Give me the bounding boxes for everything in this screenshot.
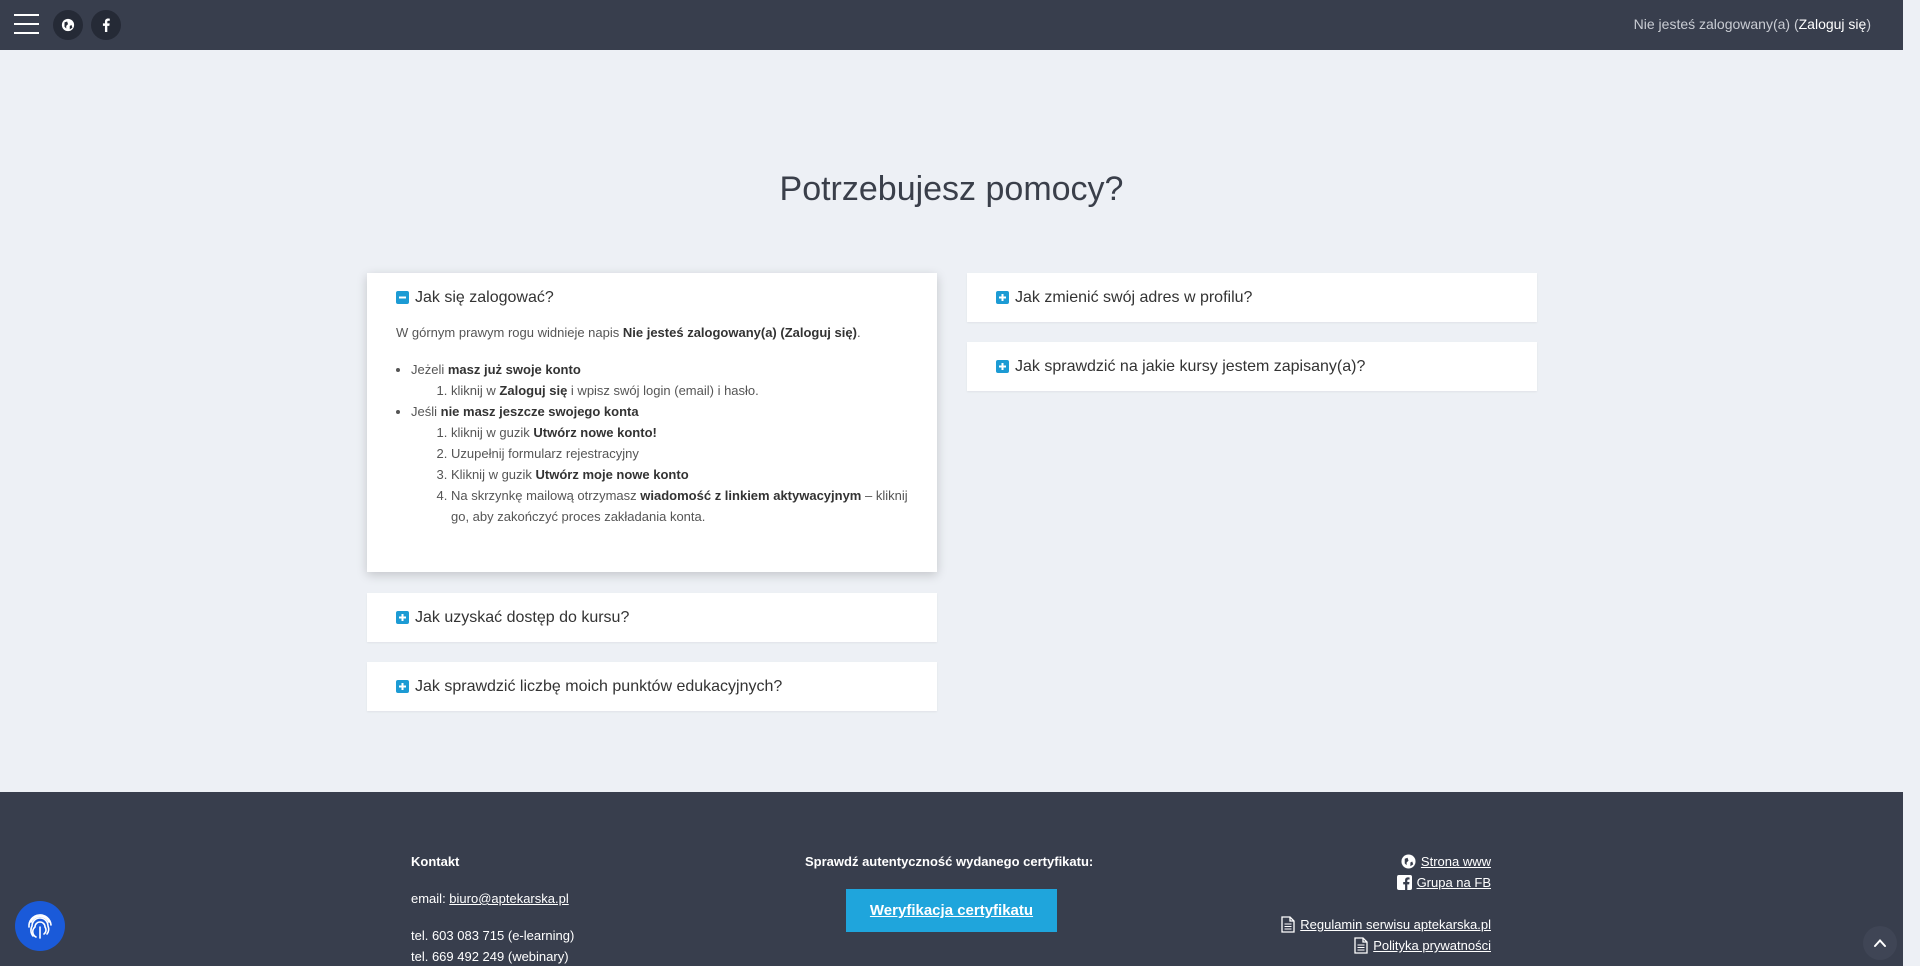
- facebook-icon: [102, 18, 110, 32]
- facebook-button[interactable]: [91, 10, 121, 40]
- privacy-link[interactable]: Polityka prywatności: [1354, 937, 1491, 954]
- list-item: Na skrzynkę mailową otrzymasz wiadomość …: [451, 485, 908, 527]
- list-item: kliknij w guzik Utwórz nowe konto!: [451, 422, 908, 443]
- accessibility-fab-button[interactable]: [15, 901, 65, 951]
- plus-square-icon: [396, 611, 409, 624]
- plus-square-icon: [996, 360, 1009, 373]
- document-icon: [1354, 937, 1368, 954]
- terms-link[interactable]: Regulamin serwisu aptekarska.pl: [1281, 916, 1491, 933]
- chevron-up-icon: [1874, 939, 1886, 947]
- menu-button[interactable]: [14, 14, 39, 34]
- page-title: Potrzebujesz pomocy?: [779, 170, 1124, 208]
- fingerprint-icon: [28, 914, 52, 939]
- contact-heading: Kontakt: [411, 854, 460, 869]
- faq-login-question: Jak się zalogować?: [415, 288, 554, 306]
- contact-phone-2: tel. 669 492 249 (webinary): [411, 949, 569, 964]
- faq-course-access-card[interactable]: Jak uzyskać dostęp do kursu?: [367, 593, 937, 642]
- top-navbar: Nie jesteś zalogowany(a) (Zaloguj się): [0, 0, 1903, 50]
- faq-course-access-toggle[interactable]: Jak uzyskać dostęp do kursu?: [367, 593, 937, 642]
- faq-enrolled-courses-card[interactable]: Jak sprawdzić na jakie kursy jestem zapi…: [967, 342, 1537, 391]
- faq-enrolled-courses-toggle[interactable]: Jak sprawdzić na jakie kursy jestem zapi…: [967, 342, 1537, 391]
- scroll-to-top-button[interactable]: [1863, 926, 1897, 960]
- scrollbar[interactable]: [1903, 0, 1920, 966]
- hamburger-icon: [14, 14, 39, 16]
- faq-change-address-question: Jak zmienić swój adres w profilu?: [1015, 288, 1253, 306]
- document-icon: [1281, 916, 1295, 933]
- globe-icon: [61, 18, 75, 32]
- list-item: Jeśli nie masz jeszcze swojego konta kli…: [411, 401, 908, 527]
- login-link[interactable]: Zaloguj się: [1799, 16, 1867, 32]
- contact-email: email: biuro@aptekarska.pl: [411, 891, 569, 906]
- faq-enrolled-courses-question: Jak sprawdzić na jakie kursy jestem zapi…: [1015, 357, 1366, 375]
- email-link[interactable]: biuro@aptekarska.pl: [449, 891, 568, 906]
- faq-points-toggle[interactable]: Jak sprawdzić liczbę moich punktów eduka…: [367, 662, 937, 711]
- contact-phone-1: tel. 603 083 715 (e-learning): [411, 928, 575, 943]
- login-status-text: Nie jesteś zalogowany(a) (: [1633, 16, 1799, 32]
- website-link[interactable]: Strona www: [1401, 854, 1491, 869]
- minus-square-icon: [396, 291, 409, 304]
- faq-points-card[interactable]: Jak sprawdzić liczbę moich punktów eduka…: [367, 662, 937, 711]
- login-status: Nie jesteś zalogowany(a) (Zaloguj się): [1633, 16, 1871, 32]
- faq-points-question: Jak sprawdzić liczbę moich punktów eduka…: [415, 677, 783, 695]
- faq-change-address-card[interactable]: Jak zmienić swój adres w profilu?: [967, 273, 1537, 322]
- list-item: Jeżeli masz już swoje konto kliknij w Za…: [411, 359, 908, 401]
- globe-icon: [1401, 854, 1416, 869]
- verify-certificate-button[interactable]: Weryfikacja certyfikatu: [846, 889, 1057, 932]
- faq-course-access-question: Jak uzyskać dostęp do kursu?: [415, 608, 630, 626]
- cert-heading: Sprawdź autentyczność wydanego certyfika…: [805, 854, 1094, 869]
- faq-change-address-toggle[interactable]: Jak zmienić swój adres w profilu?: [967, 273, 1537, 322]
- list-item: Kliknij w guzik Utwórz moje nowe konto: [451, 464, 908, 485]
- footer: Kontakt email: biuro@aptekarska.pl tel. …: [0, 792, 1903, 966]
- list-item: kliknij w Zaloguj się i wpisz swój login…: [451, 380, 908, 401]
- list-item: Uzupełnij formularz rejestracyjny: [451, 443, 908, 464]
- plus-square-icon: [996, 291, 1009, 304]
- facebook-group-link[interactable]: Grupa na FB: [1396, 875, 1491, 890]
- facebook-icon: [1396, 875, 1412, 890]
- plus-square-icon: [396, 680, 409, 693]
- faq-login-card: Jak się zalogować? W górnym prawym rogu …: [367, 273, 937, 572]
- faq-login-answer: W górnym prawym rogu widnieje napis Nie …: [367, 322, 937, 527]
- faq-login-toggle[interactable]: Jak się zalogować?: [367, 273, 937, 322]
- website-button[interactable]: [53, 10, 83, 40]
